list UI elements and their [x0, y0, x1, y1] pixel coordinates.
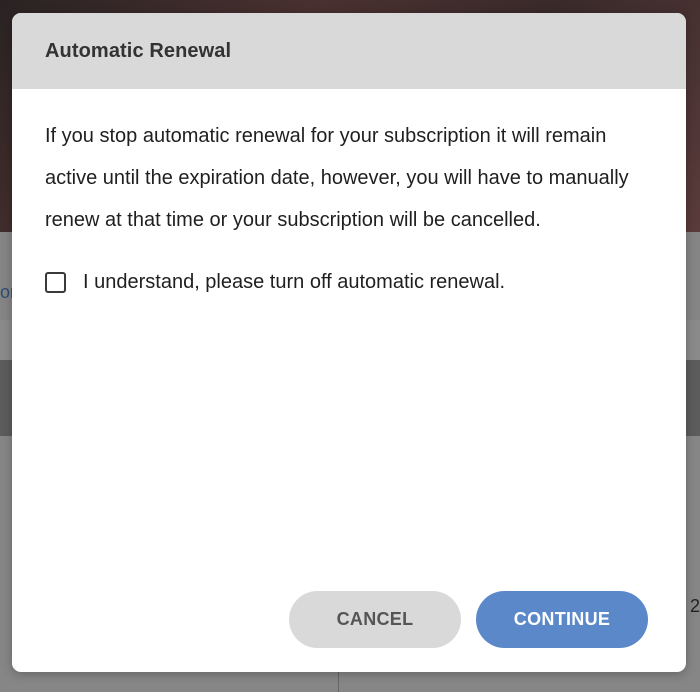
background-partial-number: 2	[689, 596, 700, 616]
automatic-renewal-dialog: Automatic Renewal If you stop automatic …	[12, 13, 686, 672]
acknowledge-checkbox[interactable]	[45, 272, 66, 293]
dialog-body: If you stop automatic renewal for your s…	[12, 89, 686, 294]
continue-button[interactable]: CONTINUE	[476, 591, 648, 648]
dialog-header: Automatic Renewal	[12, 13, 686, 89]
cancel-button[interactable]: CANCEL	[289, 591, 461, 648]
dialog-title: Automatic Renewal	[45, 39, 232, 62]
background-divider	[338, 672, 339, 692]
dialog-message: If you stop automatic renewal for your s…	[45, 125, 629, 231]
acknowledge-checkbox-label[interactable]: I understand, please turn off automatic …	[83, 271, 505, 294]
dialog-footer: CANCEL CONTINUE	[12, 591, 686, 649]
acknowledge-checkbox-row[interactable]: I understand, please turn off automatic …	[45, 271, 646, 294]
